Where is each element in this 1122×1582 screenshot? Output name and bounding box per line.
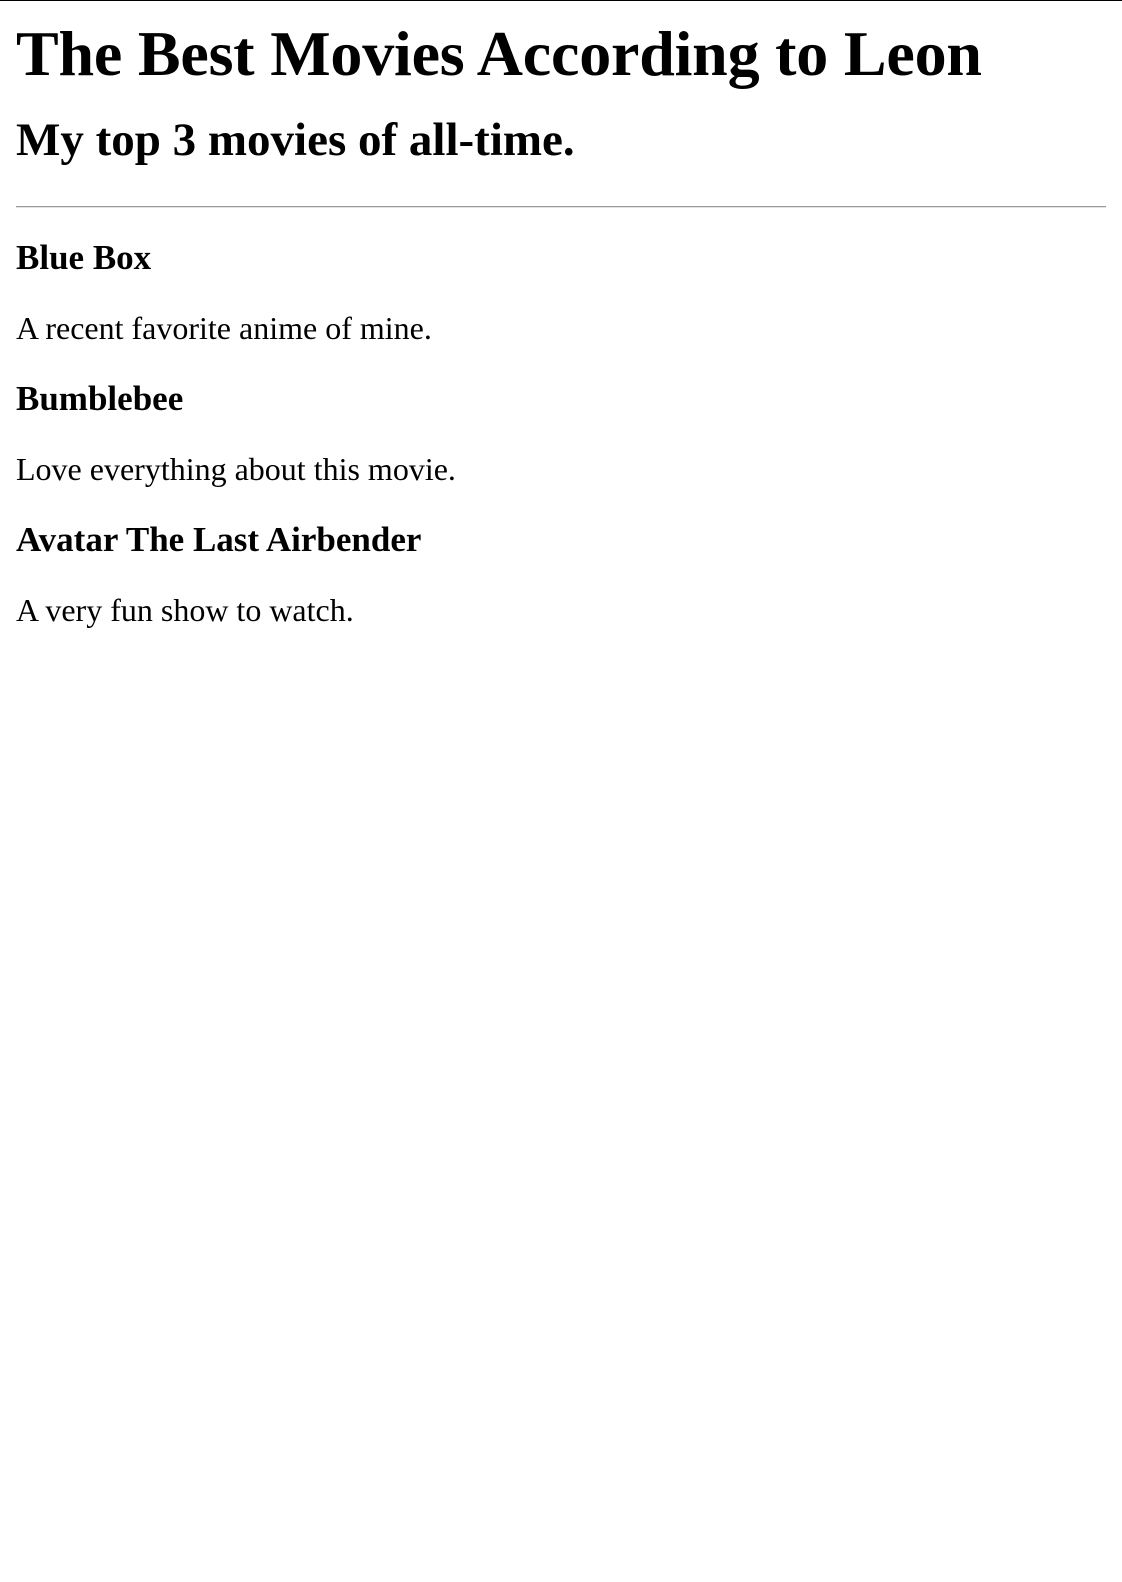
movie-description: Love everything about this movie. (16, 451, 456, 488)
movie-title: Bumblebee (16, 379, 184, 419)
movie-item: Blue Box A recent favorite anime of mine… (16, 238, 1106, 347)
movie-description: A very fun show to watch. (16, 592, 354, 629)
movie-item: Bumblebee Love everything about this mov… (16, 379, 1106, 488)
page-subtitle: My top 3 movies of all-time. (16, 114, 575, 166)
section-divider (16, 206, 1106, 208)
movie-item: Avatar The Last Airbender A very fun sho… (16, 520, 1106, 629)
movie-description: A recent favorite anime of mine. (16, 310, 432, 347)
movie-list: Blue Box A recent favorite anime of mine… (16, 238, 1106, 629)
page-content: The Best Movies According to Leon My top… (0, 22, 1122, 629)
movie-title: Avatar The Last Airbender (16, 520, 422, 560)
movie-title: Blue Box (16, 238, 152, 277)
page-title: The Best Movies According to Leon (16, 18, 982, 89)
